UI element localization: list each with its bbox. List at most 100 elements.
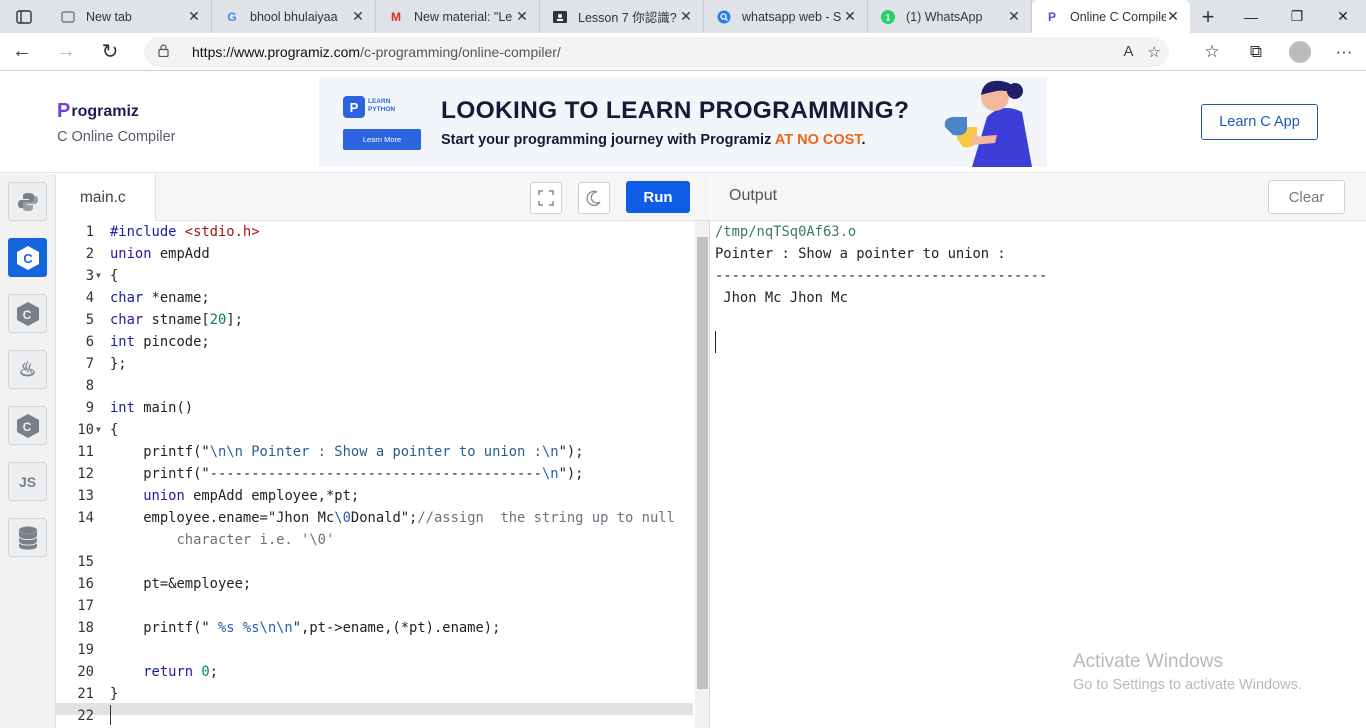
svg-text:C: C — [23, 251, 33, 266]
forward-button[interactable]: → — [44, 33, 88, 71]
run-button[interactable]: Run — [626, 181, 690, 213]
banner-highlight: AT NO COST — [774, 132, 862, 148]
browser-tab-search[interactable]: whatsapp web - S ✕ — [704, 0, 868, 33]
newtab-icon — [60, 9, 76, 25]
refresh-button[interactable]: ↻ — [88, 33, 132, 71]
python-language-button[interactable] — [8, 182, 47, 221]
learn-python-card: P LEARN PYTHON Learn More — [343, 96, 421, 152]
close-window-button[interactable]: ✕ — [1320, 0, 1366, 33]
learn-more-button[interactable]: Learn More — [343, 129, 421, 150]
javascript-icon: JS — [18, 473, 37, 490]
card-label: LEARN PYTHON — [368, 98, 396, 113]
gmail-icon: M — [391, 9, 401, 24]
browser-tab-classroom[interactable]: Lesson 7 你認識? ✕ — [540, 0, 704, 33]
browser-tab-new-tab[interactable]: New tab ✕ — [48, 0, 212, 33]
fold-arrow-icon[interactable]: ▼ — [96, 265, 101, 287]
moon-icon — [586, 190, 601, 206]
banner-title: LOOKING TO LEARN PROGRAMMING? — [441, 97, 910, 124]
plus-icon: + — [1201, 3, 1215, 29]
code-line-wrap: character i.e. '\0' — [110, 532, 335, 548]
output-title: Output — [729, 187, 778, 204]
logo-text: rogramiz — [71, 102, 139, 120]
cpp-language-button[interactable]: C — [8, 294, 47, 333]
tab-title: Online C Compile — [1070, 9, 1166, 24]
back-button[interactable]: ← — [0, 33, 44, 71]
close-icon[interactable]: ✕ — [351, 8, 365, 25]
close-icon[interactable]: ✕ — [1007, 8, 1021, 25]
fullscreen-button[interactable] — [530, 182, 562, 214]
programiz-icon: P — [1047, 9, 1056, 24]
more-icon: ··· — [1335, 42, 1353, 61]
lock-icon — [158, 44, 180, 60]
code-line: 8 — [85, 378, 94, 394]
refresh-icon: ↻ — [101, 41, 119, 63]
java-icon: ♨ — [18, 359, 37, 381]
scrollbar-thumb[interactable] — [697, 237, 708, 689]
code-line: 12 printf("-----------------------------… — [77, 466, 584, 482]
close-icon[interactable]: ✕ — [515, 8, 529, 25]
close-icon[interactable]: ✕ — [843, 8, 857, 25]
c-language-button[interactable]: C — [8, 238, 47, 277]
close-icon[interactable]: ✕ — [679, 8, 693, 25]
editor-toolbar: main.c Run — [56, 174, 710, 221]
java-language-button[interactable]: ♨ — [8, 350, 47, 389]
browser-tab-programiz[interactable]: P Online C Compile ✕ — [1032, 0, 1190, 33]
database-icon — [18, 526, 37, 549]
output-line: ---------------------------------------- — [715, 268, 1048, 284]
add-favorite-icon[interactable]: ☆ — [1148, 43, 1161, 61]
restore-button[interactable]: ❐ — [1274, 0, 1320, 33]
code-line: 19 — [77, 642, 94, 658]
tab-title: New material: "Le — [414, 9, 513, 24]
url-bar[interactable]: https://www.programiz.com/c-programming/… — [144, 37, 1169, 67]
address-toolbar: ← → ↻ https://www.programiz.com/c-progra… — [0, 33, 1366, 71]
tab-title: Lesson 7 你認識? — [578, 11, 677, 25]
programiz-logo-mark: P — [57, 100, 71, 122]
code-line: 16 pt=&employee; — [77, 576, 252, 592]
theme-toggle-button[interactable] — [578, 182, 610, 214]
close-icon: ✕ — [1337, 8, 1349, 24]
code-line: 7}; — [85, 356, 127, 372]
collections-icon: ⧉ — [1249, 42, 1263, 61]
browser-tab-google[interactable]: G bhool bhulaiyaa ✕ — [212, 0, 376, 33]
code-line: 18 printf(" %s %s\n\n",pt->ename,(*pt).e… — [77, 620, 501, 636]
close-icon[interactable]: ✕ — [187, 8, 201, 25]
banner-sub-text: Start your programming journey with Prog… — [441, 132, 775, 148]
banner-sub-end: . — [861, 132, 866, 148]
fullscreen-icon — [538, 190, 554, 206]
browser-tab-gmail[interactable]: M New material: "Le ✕ — [376, 0, 540, 33]
avatar[interactable] — [1289, 41, 1311, 63]
c-language-icon: C — [16, 245, 39, 270]
text-cursor — [110, 705, 111, 725]
read-aloud-icon[interactable]: A — [1124, 43, 1134, 61]
python-icon — [17, 192, 38, 211]
javascript-language-button[interactable]: JS — [8, 462, 47, 501]
code-line: 11 printf("\n\n Pointer : Show a pointer… — [77, 444, 584, 460]
code-line: 3 ▼{ — [56, 265, 692, 287]
favorites-button[interactable]: ☆ — [1190, 42, 1234, 62]
tab-title: (1) WhatsApp — [906, 9, 983, 24]
new-tab-button[interactable]: + — [1190, 0, 1226, 33]
tab-actions-button[interactable] — [0, 0, 48, 33]
code-editor[interactable]: 1 #include <stdio.h> 2 union empAdd 3 ▼{ 4c… — [56, 221, 710, 728]
ad-banner[interactable]: P LEARN PYTHON Learn More LOOKING TO LEA… — [319, 77, 1047, 167]
csharp-language-button[interactable]: C — [8, 406, 47, 445]
output-console[interactable]: /tmp/nqTSq0Af63.o Pointer : Show a point… — [711, 221, 1366, 728]
code-line: 21} — [77, 686, 119, 702]
clear-button[interactable]: Clear — [1268, 180, 1345, 214]
minimize-button[interactable]: — — [1228, 0, 1274, 33]
close-icon[interactable]: ✕ — [1166, 8, 1180, 25]
browser-tab-whatsapp[interactable]: 1 (1) WhatsApp ✕ — [868, 0, 1032, 33]
sql-language-button[interactable] — [8, 518, 47, 557]
csharp-icon: C — [16, 413, 39, 438]
fold-arrow-icon[interactable]: ▼ — [96, 419, 101, 441]
settings-menu-button[interactable]: ··· — [1322, 42, 1366, 62]
collections-button[interactable]: ⧉ — [1234, 42, 1278, 62]
programiz-app-icon: P — [343, 96, 365, 118]
file-tab-main-c[interactable]: main.c — [56, 174, 156, 221]
url-actions: A ☆ — [1124, 43, 1169, 61]
vertical-scrollbar[interactable] — [695, 221, 709, 728]
code-line: 14 employee.ename="Jhon Mc\0Donald";//as… — [77, 510, 675, 526]
programiz-logo[interactable]: Programiz — [57, 100, 139, 123]
learn-c-app-button[interactable]: Learn C App — [1201, 104, 1318, 140]
output-line: Pointer : Show a pointer to union : — [715, 246, 1006, 262]
